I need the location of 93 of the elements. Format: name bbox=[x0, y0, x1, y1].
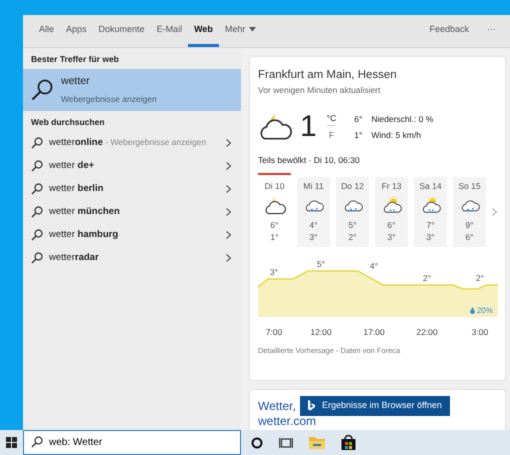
day-tile[interactable]: Fr 13 6° 3° bbox=[375, 176, 408, 247]
suggestion-text: wetter berlin bbox=[49, 182, 104, 196]
chevron-icon bbox=[492, 208, 497, 216]
low-temp: 6° bbox=[465, 231, 474, 244]
temperature-label: 5° bbox=[316, 258, 326, 269]
search-icon bbox=[31, 436, 43, 448]
search-suggestion[interactable]: wetter hamburg bbox=[23, 224, 241, 246]
low-temp: 1° bbox=[354, 128, 362, 142]
celsius-unit[interactable]: °C bbox=[326, 112, 336, 126]
high-temp: 6° bbox=[270, 218, 279, 232]
time-label: 3:00 bbox=[472, 326, 488, 337]
best-match-subtitle: Webergebnisse anzeigen bbox=[61, 92, 157, 106]
high-temp: 6° bbox=[354, 112, 362, 126]
circle-icon[interactable] bbox=[251, 436, 263, 448]
more-options-button[interactable]: ··· bbox=[481, 15, 502, 47]
day-tile[interactable]: Mi 11 4° 3° bbox=[297, 176, 330, 247]
high-temp: 5° bbox=[348, 218, 357, 232]
best-match-item[interactable]: wetter Webergebnisse anzeigen bbox=[23, 68, 241, 111]
bing-logo-icon bbox=[308, 400, 315, 412]
search-icon bbox=[31, 160, 43, 172]
temperature-label: 2° bbox=[476, 272, 484, 283]
low-temp: 3° bbox=[309, 231, 318, 244]
store-bag-icon[interactable] bbox=[341, 435, 356, 450]
low-temp: 2° bbox=[348, 231, 357, 244]
high-temp: 6° bbox=[387, 218, 396, 232]
search-icon bbox=[31, 183, 43, 195]
updated-text: Vor wenigen Minuten aktualisiert bbox=[258, 84, 382, 97]
suggestion-text: wetter hamburg bbox=[49, 228, 120, 242]
tab[interactable]: Alle bbox=[33, 15, 60, 47]
temperature-label: 2° bbox=[422, 272, 432, 283]
task-view-icon[interactable] bbox=[279, 436, 293, 448]
search-field[interactable]: web: Wetter bbox=[23, 430, 241, 455]
day-label: Di 10 bbox=[264, 180, 284, 192]
chevron-icon bbox=[226, 162, 231, 170]
feedback-link[interactable]: Feedback bbox=[423, 15, 475, 47]
fahrenheit-unit[interactable]: F bbox=[328, 129, 334, 142]
search-suggestion[interactable]: wetter münchen bbox=[23, 200, 241, 224]
chevron-icon bbox=[226, 254, 231, 262]
suggestion-text: wetterradar bbox=[49, 250, 100, 265]
search-icon bbox=[31, 137, 43, 149]
search-icon bbox=[31, 229, 43, 241]
search-suggestion[interactable]: wetter de+ bbox=[23, 154, 241, 178]
chevron-icon bbox=[226, 231, 231, 239]
day-tile[interactable]: So 15 9° 6° bbox=[453, 176, 486, 247]
time-label: 12:00 bbox=[310, 326, 332, 337]
high-temp: 4° bbox=[309, 218, 318, 232]
time-label: 17:00 bbox=[363, 326, 385, 337]
temperature-label: 4° bbox=[370, 260, 378, 271]
tab[interactable]: E-Mail bbox=[150, 15, 188, 47]
suggestion-text: wetter münchen bbox=[49, 204, 121, 219]
search-suggestion[interactable]: wetter berlin bbox=[23, 178, 241, 200]
chevron-icon bbox=[226, 139, 231, 147]
search-icon bbox=[31, 252, 43, 264]
section-heading: Bester Treffer für web bbox=[30, 53, 120, 66]
search-suggestion[interactable]: wetteronline - Webergebnisse anzeigen bbox=[23, 132, 241, 154]
chevron-icon bbox=[226, 185, 231, 193]
chevron-icon bbox=[226, 208, 231, 216]
result-title[interactable]: Wetter, bbox=[258, 400, 296, 414]
tab[interactable]: Mehr bbox=[218, 15, 262, 47]
drop-icon bbox=[470, 307, 475, 314]
day-label: Do 12 bbox=[341, 180, 364, 192]
low-temp: 1° bbox=[270, 231, 279, 244]
precipitation-text: Niederschl.: 0 % bbox=[371, 112, 434, 126]
precipitation-chance: 20% bbox=[476, 304, 493, 317]
suggestion-text: wetter de+ bbox=[49, 158, 96, 173]
tab[interactable]: Apps bbox=[60, 15, 93, 47]
high-temp: 9° bbox=[465, 218, 474, 232]
time-label: 22:00 bbox=[416, 326, 438, 337]
section-heading: Web durchsuchen bbox=[30, 116, 106, 129]
search-icon bbox=[31, 78, 53, 101]
wind-text: Wind: 5 km/h bbox=[371, 128, 421, 142]
day-tile[interactable]: Do 12 5° 2° bbox=[336, 176, 369, 247]
location-title: Frankfurt am Main, Hessen bbox=[258, 68, 398, 83]
day-label: Fr 13 bbox=[382, 180, 402, 192]
time-label: 7:00 bbox=[266, 326, 282, 337]
day-label: So 15 bbox=[458, 180, 481, 192]
tab[interactable]: Dokumente bbox=[92, 15, 151, 47]
search-icon bbox=[31, 206, 43, 218]
high-temp: 7° bbox=[426, 218, 435, 232]
condition-text: Teils bewölkt · Di 10, 06:30 bbox=[258, 154, 361, 167]
temperature-value: 1 bbox=[300, 112, 317, 142]
open-in-browser-tooltip[interactable]: Ergebnisse im Browser öffnen bbox=[300, 396, 450, 416]
day-tile[interactable]: Sa 14 7° 3° bbox=[414, 176, 447, 247]
suggestion-text: wetteronline - Webergebnisse anzeigen bbox=[49, 136, 208, 150]
best-match-title: wetter bbox=[61, 74, 91, 89]
search-suggestion[interactable]: wetterradar bbox=[23, 246, 241, 270]
low-temp: 3° bbox=[426, 231, 435, 244]
day-label: Sa 14 bbox=[419, 180, 442, 192]
result-url[interactable]: wetter.com bbox=[258, 414, 497, 428]
temperature-label: 3° bbox=[270, 266, 278, 277]
low-temp: 3° bbox=[387, 231, 396, 244]
day-label: Mi 11 bbox=[303, 180, 324, 192]
folder-icon[interactable] bbox=[309, 436, 325, 449]
